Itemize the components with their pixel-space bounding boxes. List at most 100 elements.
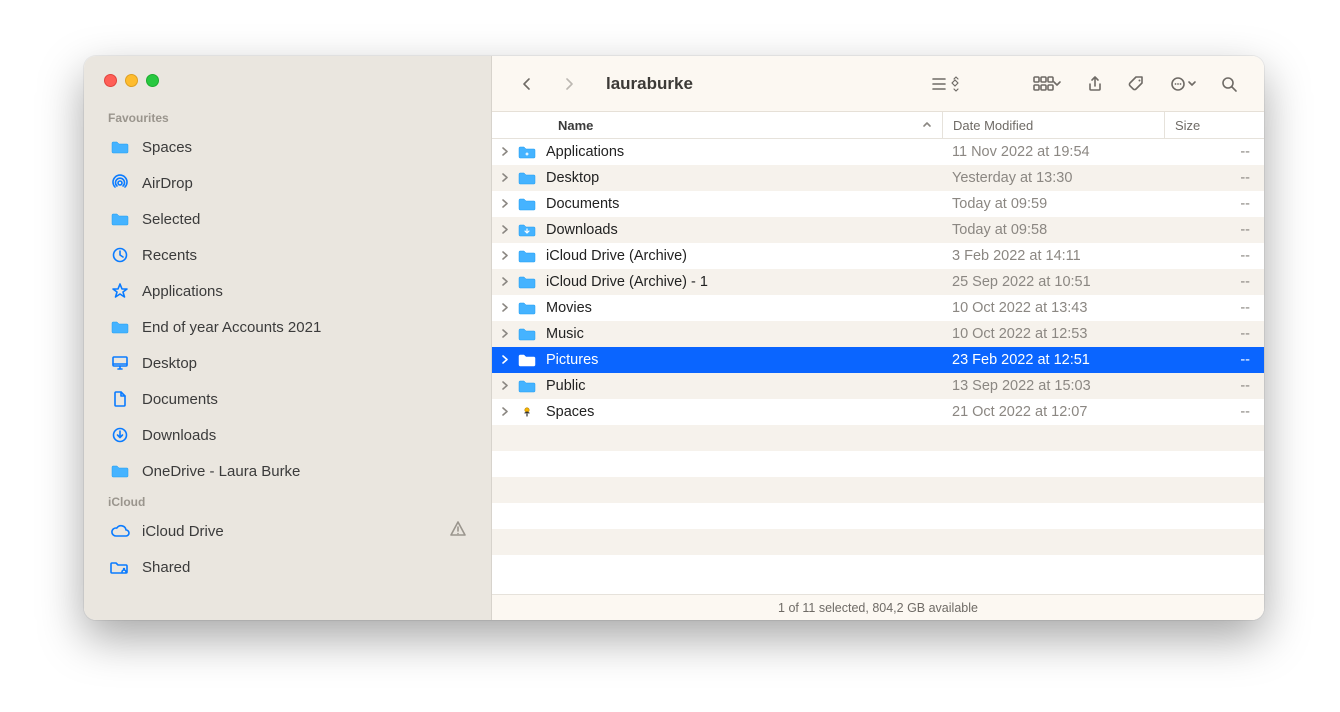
sidebar-item-icloud-drive[interactable]: iCloud Drive (102, 513, 481, 549)
file-name: Movies (546, 300, 942, 316)
folder-icon (516, 301, 538, 315)
sidebar-item-downloads[interactable]: Downloads (102, 417, 481, 453)
window-title: lauraburke (606, 74, 693, 94)
file-name: Public (546, 378, 942, 394)
group-by-button[interactable] (1026, 67, 1070, 101)
file-row[interactable]: DownloadsToday at 09:58-- (492, 217, 1264, 243)
file-size: -- (1164, 196, 1264, 212)
column-size-label: Size (1175, 118, 1200, 133)
search-button[interactable] (1212, 67, 1246, 101)
empty-row (492, 503, 1264, 529)
column-date-modified[interactable]: Date Modified (942, 112, 1164, 138)
file-size: -- (1164, 326, 1264, 342)
file-row[interactable]: Applications11 Nov 2022 at 19:54-- (492, 139, 1264, 165)
file-name: Downloads (546, 222, 942, 238)
disclosure-triangle-icon[interactable] (492, 300, 516, 316)
file-row[interactable]: Public13 Sep 2022 at 15:03-- (492, 373, 1264, 399)
empty-row (492, 451, 1264, 477)
folder-icon (516, 327, 538, 341)
file-size: -- (1164, 352, 1264, 368)
disclosure-triangle-icon[interactable] (492, 170, 516, 186)
sidebar-item-label: Selected (142, 211, 467, 228)
disclosure-triangle-icon[interactable] (492, 248, 516, 264)
folder-icon (108, 464, 132, 478)
folder-icon (108, 212, 132, 226)
sidebar-item-label: Applications (142, 283, 467, 300)
file-name: Music (546, 326, 942, 342)
sidebar-item-selected[interactable]: Selected (102, 201, 481, 237)
view-mode-button[interactable] (922, 67, 970, 101)
file-date-modified: Today at 09:58 (942, 222, 1164, 238)
sidebar-item-documents[interactable]: Documents (102, 381, 481, 417)
share-button[interactable] (1078, 67, 1112, 101)
file-name: iCloud Drive (Archive) - 1 (546, 274, 942, 290)
sidebar: Favourites SpacesAirDrop SelectedRecents… (84, 56, 492, 620)
disclosure-triangle-icon[interactable] (492, 404, 516, 420)
sidebar-item-label: Desktop (142, 355, 467, 372)
file-row[interactable]: Movies10 Oct 2022 at 13:43-- (492, 295, 1264, 321)
folder-icon (516, 353, 538, 367)
sidebar-item-onedrive-laura-burke[interactable]: OneDrive - Laura Burke (102, 453, 481, 489)
document-icon (108, 390, 132, 408)
disclosure-triangle-icon[interactable] (492, 326, 516, 342)
disclosure-triangle-icon[interactable] (492, 378, 516, 394)
disclosure-triangle-icon[interactable] (492, 352, 516, 368)
file-date-modified: Today at 09:59 (942, 196, 1164, 212)
file-row[interactable]: Music10 Oct 2022 at 12:53-- (492, 321, 1264, 347)
forward-button[interactable] (552, 67, 586, 101)
file-name: Applications (546, 144, 942, 160)
disclosure-triangle-icon[interactable] (492, 196, 516, 212)
file-date-modified: 11 Nov 2022 at 19:54 (942, 144, 1164, 160)
sidebar-item-label: Spaces (142, 139, 467, 156)
sidebar-item-label: OneDrive - Laura Burke (142, 463, 467, 480)
file-name: iCloud Drive (Archive) (546, 248, 942, 264)
folder-icon (108, 320, 132, 334)
sort-ascending-icon (922, 118, 932, 133)
sidebar-item-recents[interactable]: Recents (102, 237, 481, 273)
file-list[interactable]: Applications11 Nov 2022 at 19:54-- Deskt… (492, 139, 1264, 594)
file-size: -- (1164, 222, 1264, 238)
close-window-button[interactable] (104, 74, 117, 87)
file-row[interactable]: Spaces21 Oct 2022 at 12:07-- (492, 399, 1264, 425)
column-name[interactable]: Name (492, 118, 942, 133)
disclosure-triangle-icon[interactable] (492, 222, 516, 238)
file-row[interactable]: iCloud Drive (Archive) - 125 Sep 2022 at… (492, 269, 1264, 295)
sidebar-item-end-of-year-accounts-2021[interactable]: End of year Accounts 2021 (102, 309, 481, 345)
file-row[interactable]: DesktopYesterday at 13:30-- (492, 165, 1264, 191)
disclosure-triangle-icon[interactable] (492, 274, 516, 290)
file-row[interactable]: iCloud Drive (Archive)3 Feb 2022 at 14:1… (492, 243, 1264, 269)
empty-row (492, 529, 1264, 555)
sidebar-item-label: Shared (142, 559, 467, 576)
disclosure-triangle-icon[interactable] (492, 144, 516, 160)
minimize-window-button[interactable] (125, 74, 138, 87)
file-row[interactable]: Pictures23 Feb 2022 at 12:51-- (492, 347, 1264, 373)
back-button[interactable] (510, 67, 544, 101)
file-size: -- (1164, 378, 1264, 394)
folder-icon (516, 171, 538, 185)
folder-icon (516, 197, 538, 211)
cloud-icon (108, 523, 132, 539)
toolbar: lauraburke (492, 56, 1264, 112)
tags-button[interactable] (1120, 67, 1154, 101)
finder-window: Favourites SpacesAirDrop SelectedRecents… (84, 56, 1264, 620)
sidebar-item-applications[interactable]: Applications (102, 273, 481, 309)
status-text: 1 of 11 selected, 804,2 GB available (778, 601, 978, 615)
window-controls (102, 74, 481, 105)
file-row[interactable]: DocumentsToday at 09:59-- (492, 191, 1264, 217)
fullscreen-window-button[interactable] (146, 74, 159, 87)
sidebar-item-airdrop[interactable]: AirDrop (102, 165, 481, 201)
more-actions-button[interactable] (1162, 67, 1204, 101)
download-icon (108, 426, 132, 444)
sidebar-item-shared[interactable]: Shared (102, 549, 481, 585)
file-name: Spaces (546, 404, 942, 420)
file-name: Pictures (546, 352, 942, 368)
empty-row (492, 425, 1264, 451)
sidebar-item-label: End of year Accounts 2021 (142, 319, 467, 336)
sidebar-item-spaces[interactable]: Spaces (102, 129, 481, 165)
file-size: -- (1164, 404, 1264, 420)
file-date-modified: 23 Feb 2022 at 12:51 (942, 352, 1164, 368)
sidebar-item-desktop[interactable]: Desktop (102, 345, 481, 381)
empty-row (492, 555, 1264, 581)
file-date-modified: 10 Oct 2022 at 13:43 (942, 300, 1164, 316)
column-size[interactable]: Size (1164, 112, 1264, 138)
